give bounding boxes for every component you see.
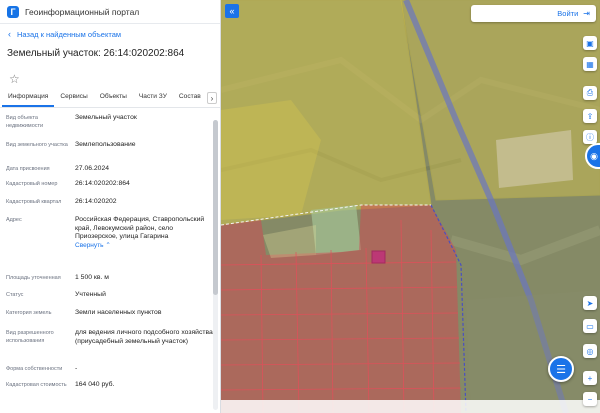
layers-button[interactable]: ▣ — [583, 36, 597, 50]
property-value: Земельный участок — [75, 114, 137, 121]
back-link-label: Назад к найденным объектам — [17, 29, 122, 39]
chevron-left-icon: ‹ — [8, 29, 11, 39]
back-link[interactable]: ‹ Назад к найденным объектам — [0, 24, 220, 44]
favorite-star-icon[interactable]: ☆ — [0, 62, 220, 88]
app-title: Геоинформационный портал — [25, 6, 140, 17]
navigation-icon: ➤ — [586, 298, 594, 308]
login-button[interactable]: Войти ⇥ — [471, 5, 596, 22]
double-chevron-left-icon: « — [229, 6, 235, 16]
layers-icon: ▣ — [586, 38, 594, 48]
property-key: Кадастровый номер — [6, 181, 58, 187]
panel-scroll-thumb[interactable] — [213, 120, 218, 295]
zoom-out-button[interactable]: − — [583, 392, 597, 406]
property-row: Статус Учтенный — [0, 291, 220, 309]
measure-icon: ▭ — [586, 321, 594, 331]
app-header: Г Геоинформационный портал — [0, 0, 220, 24]
property-value-container: Российская Федерация, Ставропольский кра… — [75, 216, 214, 274]
property-value: - — [75, 365, 78, 372]
grid-button[interactable]: ▦ — [583, 57, 597, 71]
property-row: Вид объекта недвижимости Земельный участ… — [0, 114, 220, 141]
login-icon: ⇥ — [583, 9, 590, 18]
app-logo[interactable]: Г — [7, 5, 19, 18]
zoom-in-button[interactable]: + — [583, 371, 597, 385]
tabs-next-icon[interactable]: › — [207, 92, 217, 104]
measure-button[interactable]: ▭ — [583, 319, 597, 333]
property-key: Категория земель — [6, 310, 52, 316]
property-key: Адрес — [6, 217, 22, 223]
chat-button[interactable]: ☰ — [548, 356, 574, 382]
chat-icon: ◉ — [590, 150, 598, 161]
property-key: Вид разрешенного использования — [6, 330, 54, 344]
share-button[interactable]: ⇪ — [583, 109, 597, 123]
property-value: 26:14:020202 — [75, 198, 117, 205]
collapse-link-label: Свернуть — [75, 241, 104, 249]
property-key: Площадь уточненная — [6, 275, 61, 281]
tab-composition[interactable]: Состав — [173, 88, 207, 107]
property-key: Кадастровая стоимость — [6, 382, 67, 388]
tab-services[interactable]: Сервисы — [54, 88, 93, 107]
property-row: Категория земель Земли населенных пункто… — [0, 309, 220, 329]
property-value: 164 040 руб. — [75, 381, 115, 388]
info-icon: ⓘ — [586, 132, 594, 142]
property-row: Форма собственности - — [0, 365, 220, 381]
selected-parcel[interactable] — [371, 250, 386, 264]
property-list: Вид объекта недвижимости Земельный участ… — [0, 108, 220, 399]
compass-button[interactable]: ◎ — [583, 344, 597, 358]
property-row: Вид земельного участка Землепользование — [0, 141, 220, 165]
property-value: Российская Федерация, Ставропольский кра… — [75, 216, 205, 241]
print-icon: ⎙ — [586, 88, 594, 97]
zoom-in-icon: + — [587, 373, 593, 383]
property-row: Кадастровый номер 26:14:020202:864 — [0, 180, 220, 198]
property-value: Земли населенных пунктов — [75, 309, 162, 316]
property-row: Адрес Российская Федерация, Ставропольск… — [0, 216, 220, 274]
panel-scrollbar[interactable] — [213, 120, 218, 410]
property-row: Кадастровая стоимость 164 040 руб. — [0, 381, 220, 399]
collapse-link[interactable]: Свернуть ⌃ — [75, 242, 214, 251]
property-value: 26:14:020202:864 — [75, 180, 130, 187]
print-button[interactable]: ⎙ — [583, 86, 597, 100]
compass-icon: ◎ — [586, 346, 594, 356]
info-panel: Г Геоинформационный портал ‹ Назад к най… — [0, 0, 221, 413]
share-icon: ⇪ — [586, 111, 594, 121]
property-value: для ведения личного подсобного хозяйства… — [75, 329, 213, 345]
property-row: Площадь уточненная 1 500 кв. м — [0, 274, 220, 291]
tab-objects[interactable]: Объекты — [94, 88, 133, 107]
chevron-up-icon: ⌃ — [105, 241, 111, 249]
property-key: Дата присвоения — [6, 166, 50, 172]
login-label: Войти — [557, 9, 579, 18]
tab-info[interactable]: Информация — [2, 88, 55, 107]
property-row: Вид разрешенного использования для веден… — [0, 329, 220, 365]
satellite-map[interactable] — [221, 0, 600, 413]
chat-bubble-icon: ☰ — [556, 363, 566, 376]
property-key: Кадастровый квартал — [6, 199, 62, 205]
property-row: Кадастровый квартал 26:14:020202 — [0, 198, 220, 216]
zoom-out-icon: − — [587, 394, 593, 404]
tab-parts[interactable]: Части ЗУ — [133, 88, 173, 107]
info-button[interactable]: ⓘ — [583, 130, 597, 144]
property-value: 1 500 кв. м — [75, 274, 109, 281]
collapse-panel-button[interactable]: « — [225, 4, 239, 18]
property-key: Вид земельного участка — [6, 142, 68, 148]
property-key: Статус — [6, 292, 24, 298]
property-key: Форма собственности — [6, 366, 63, 372]
map-view[interactable] — [221, 0, 600, 413]
property-value: Землепользование — [75, 141, 136, 148]
property-value: Учтенный — [75, 291, 106, 298]
parcel-title: Земельный участок: 26:14:020202:864 — [7, 48, 185, 59]
property-value: 27.06.2024 — [75, 165, 110, 172]
grid-icon: ▦ — [586, 59, 594, 69]
property-row: Дата присвоения 27.06.2024 — [0, 165, 220, 180]
property-key: Вид объекта недвижимости — [6, 115, 44, 129]
tab-bar: Информация Сервисы Объекты Части ЗУ Сост… — [0, 88, 220, 108]
navigation-button[interactable]: ➤ — [583, 296, 597, 310]
